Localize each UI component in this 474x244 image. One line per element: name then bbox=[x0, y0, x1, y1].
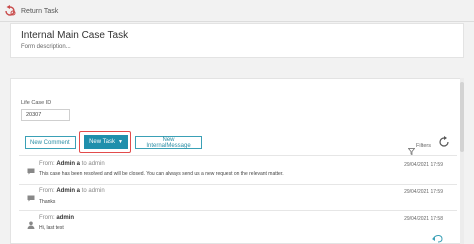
filters-button[interactable]: Filters bbox=[407, 142, 431, 156]
task-header: Internal Main Case Task Form description… bbox=[10, 23, 464, 58]
sender-name: admin bbox=[56, 215, 75, 221]
new-comment-button[interactable]: New Comment bbox=[25, 136, 76, 149]
refresh-icon[interactable] bbox=[438, 135, 450, 147]
recipient-name: admin bbox=[88, 161, 105, 167]
from-label: From: bbox=[39, 188, 55, 194]
form-description: Form description... bbox=[21, 44, 71, 50]
message-date: 29/04/2021 17:58 bbox=[404, 216, 443, 222]
new-task-label: New Task bbox=[89, 139, 115, 145]
new-internal-message-button[interactable]: New InternalMessage bbox=[135, 136, 202, 149]
top-bar: Return Task bbox=[0, 0, 474, 22]
to-label: to bbox=[81, 188, 87, 194]
message-item: From: admin 29/04/2021 17:58 Hi, last te… bbox=[19, 213, 457, 243]
comment-icon bbox=[27, 189, 35, 202]
new-task-button[interactable]: New Task ▼ bbox=[84, 135, 128, 149]
case-panel: Life Case ID New Comment New Task ▼ New … bbox=[10, 78, 464, 244]
divider bbox=[19, 184, 457, 185]
comment-icon bbox=[27, 162, 35, 175]
message-date: 29/04/2021 17:59 bbox=[404, 189, 443, 195]
message-text: Thanks bbox=[39, 199, 56, 205]
return-task-label: Return Task bbox=[21, 7, 59, 15]
scrollbar[interactable] bbox=[460, 78, 464, 244]
user-icon bbox=[27, 216, 35, 229]
divider bbox=[19, 155, 457, 156]
message-from: From: admin bbox=[39, 215, 74, 221]
caret-down-icon: ▼ bbox=[117, 139, 123, 145]
from-label: From: bbox=[39, 161, 55, 167]
message-from: From: Admin a to admin bbox=[39, 188, 105, 194]
divider bbox=[19, 210, 457, 211]
life-case-id-field[interactable] bbox=[21, 109, 70, 121]
return-task-button[interactable]: Return Task bbox=[4, 3, 58, 19]
return-icon bbox=[4, 4, 18, 18]
sender-name: Admin a bbox=[56, 161, 81, 167]
filter-icon bbox=[407, 142, 416, 156]
message-text: Hi, last test bbox=[39, 225, 64, 231]
life-case-id-label: Life Case ID bbox=[21, 100, 52, 106]
recipient-name: admin bbox=[88, 188, 105, 194]
message-date: 29/04/2021 17:59 bbox=[404, 162, 443, 168]
message-item: From: Admin a to admin 29/04/2021 17:59 … bbox=[19, 159, 457, 183]
sender-name: Admin a bbox=[56, 188, 81, 194]
scroll-thumb[interactable] bbox=[460, 82, 464, 152]
message-from: From: Admin a to admin bbox=[39, 161, 105, 167]
from-label: From: bbox=[39, 215, 55, 221]
filters-label: Filters bbox=[416, 142, 431, 149]
message-text: This case has been resolved and will be … bbox=[39, 171, 284, 177]
message-item: From: Admin a to admin 29/04/2021 17:59 … bbox=[19, 186, 457, 210]
to-label: to bbox=[81, 161, 87, 167]
reply-icon[interactable] bbox=[432, 230, 443, 243]
page-title: Internal Main Case Task bbox=[21, 30, 129, 41]
